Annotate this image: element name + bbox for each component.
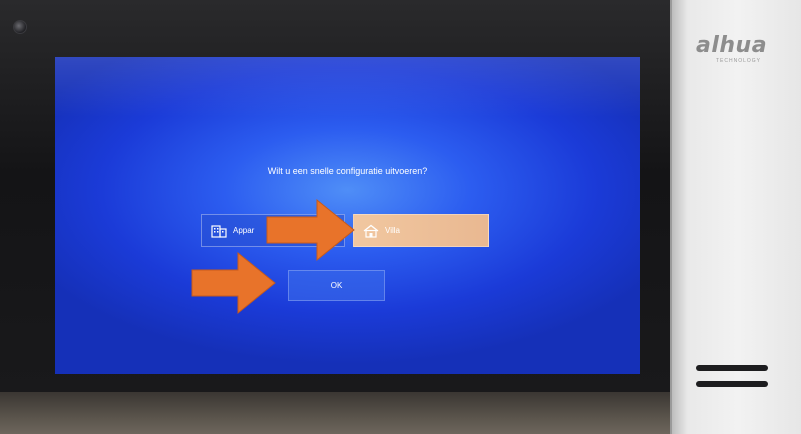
speaker-grille-slot — [696, 365, 768, 371]
house-icon — [363, 224, 379, 238]
intercom-device: Wilt u een snelle configuratie uitvoeren… — [0, 0, 801, 434]
ok-button[interactable]: OK — [288, 270, 385, 301]
camera-lens — [13, 20, 27, 34]
brand-logo: alhua — [696, 33, 768, 58]
side-panel: alhua TECHNOLOGY — [670, 0, 801, 434]
building-icon — [211, 224, 227, 238]
bottom-bezel — [0, 392, 690, 434]
villa-option-label: Villa — [385, 226, 400, 235]
config-question: Wilt u een snelle configuratie uitvoeren… — [267, 166, 428, 176]
villa-option-button[interactable]: Villa — [353, 214, 489, 247]
arrow-pointing-ok-icon — [191, 251, 276, 315]
ok-button-label: OK — [330, 281, 343, 290]
speaker-grille-slot — [696, 381, 768, 387]
screen-glare — [55, 57, 640, 117]
brand-subtitle: TECHNOLOGY — [716, 58, 762, 64]
apartment-option-label: Appar — [233, 226, 255, 235]
